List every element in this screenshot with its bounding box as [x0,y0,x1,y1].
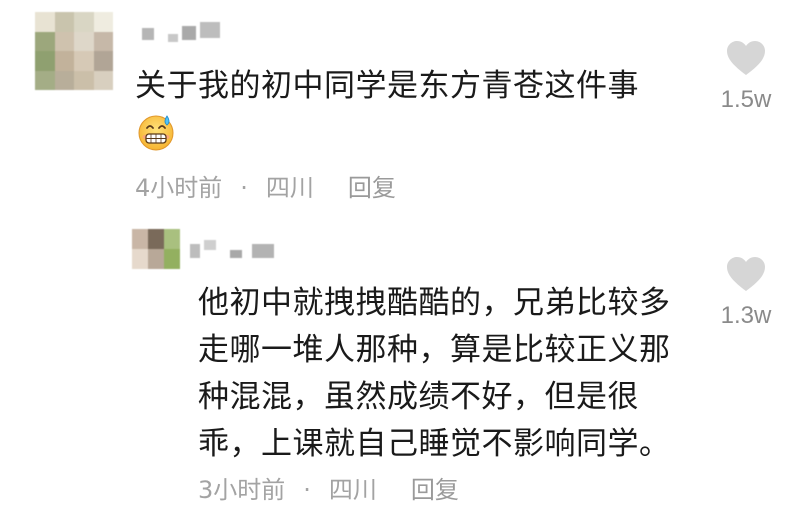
comment-location: 四川 [265,174,314,202]
reply-text-line: 他初中就拽拽酷酷的，兄弟比较多 [198,285,671,321]
avatar[interactable] [35,12,113,90]
meta-separator: · [240,174,248,202]
heart-icon [727,257,765,291]
reply-avatar[interactable] [132,229,180,269]
username-blurred[interactable] [142,22,222,42]
comment-time: 4小时前 [135,174,223,202]
reply-button[interactable]: 回复 [348,174,396,202]
reply-like-count: 1.3w [720,302,772,329]
reply-username-blurred[interactable] [190,240,280,260]
heart-icon [727,41,765,75]
reply-button[interactable]: 回复 [411,476,459,504]
comment-meta: 4小时前 · 四川 回复 [135,168,396,203]
like-button[interactable]: 1.5w [706,40,786,114]
reply-location: 四川 [328,476,377,504]
reply-text-line: 乖，上课就自己睡觉不影响同学。 [198,426,671,462]
comment-thread: 关于我的初中同学是东方青苍这件事 4小时前 · 四川 回复 1.5w 他初中就拽… [0,0,800,521]
reply-text: 他初中就拽拽酷酷的，兄弟比较多 走哪一堆人那种，算是比较正义那 种混混，虽然成绩… [198,280,708,468]
comment-text: 关于我的初中同学是东方青苍这件事 [135,68,639,104]
reply-like-button[interactable]: 1.3w [706,256,786,330]
reply-meta: 3小时前 · 四川 回复 [198,470,459,505]
meta-separator: · [303,476,311,504]
reply-text-line: 种混混，虽然成绩不好，但是很 [198,379,639,415]
reply-text-line: 走哪一堆人那种，算是比较正义那 [198,332,671,368]
reply-time: 3小时前 [198,476,286,504]
anxious-sweat-grin-emoji [138,115,174,151]
like-count: 1.5w [720,86,772,113]
